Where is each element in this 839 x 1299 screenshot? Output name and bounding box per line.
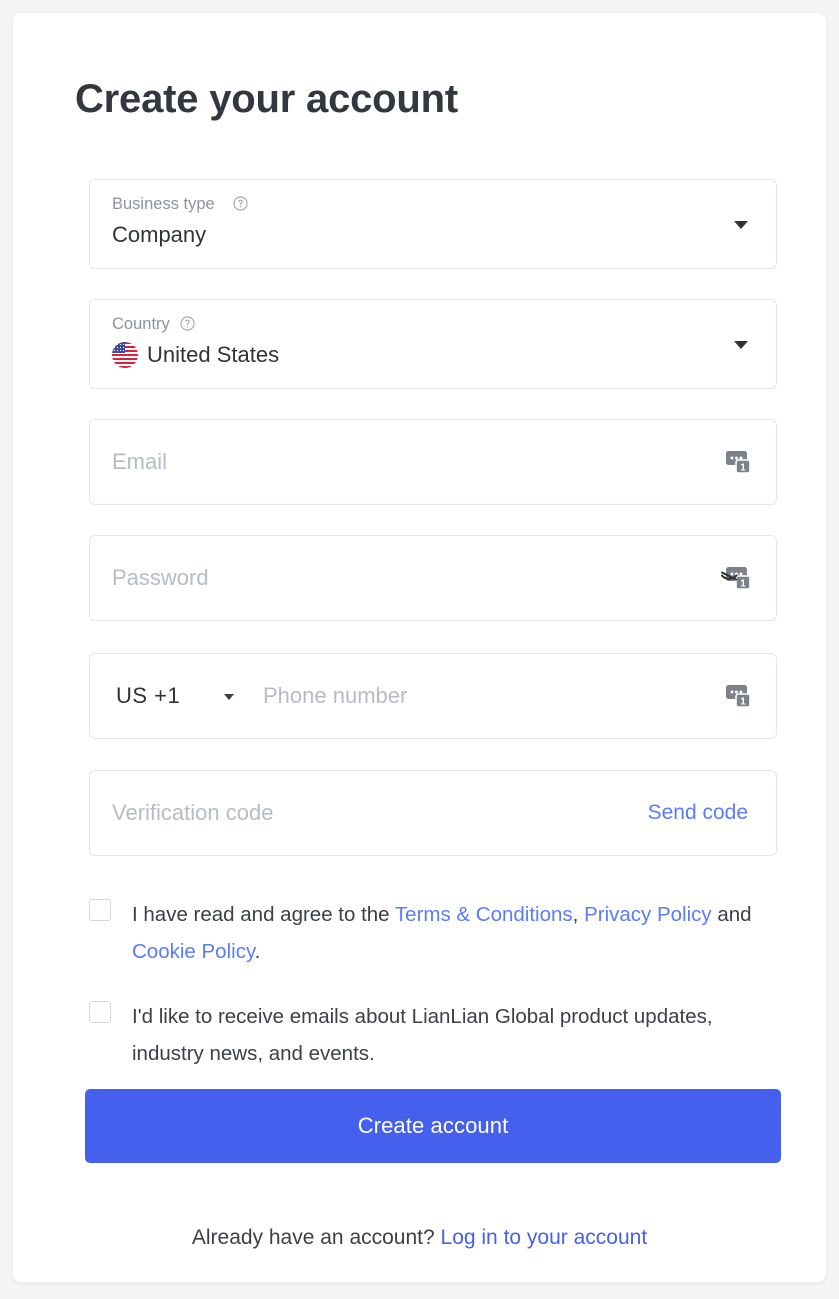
country-label-text: Country (112, 315, 170, 333)
autofill-badge-hidden-icon[interactable]: 1 (718, 558, 758, 598)
password-placeholder: Password (112, 565, 209, 590)
terms-prefix: I have read and agree to the (132, 903, 395, 926)
signup-card: Create your account Business type Compan… (12, 12, 827, 1283)
marketing-checkbox[interactable] (89, 1001, 111, 1023)
login-link[interactable]: Log in to your account (441, 1226, 648, 1249)
chevron-down-icon[interactable] (734, 221, 748, 229)
terms-conjunction: and (711, 903, 752, 926)
privacy-policy-link[interactable]: Privacy Policy (584, 903, 712, 926)
cookie-policy-link[interactable]: Cookie Policy (132, 940, 255, 963)
question-circle-icon[interactable] (180, 316, 195, 331)
country-label: Country (112, 315, 195, 334)
country-value-wrapper: United States (112, 342, 279, 368)
country-value: United States (147, 342, 280, 367)
autofill-badge-icon[interactable]: 1 (718, 442, 758, 482)
phone-country-code[interactable]: US +1 (116, 683, 180, 709)
verification-code-placeholder: Verification code (112, 800, 274, 825)
phone-field[interactable]: US +1 Phone number 1 (89, 653, 777, 739)
email-placeholder: Email (112, 449, 168, 474)
password-field[interactable]: Password 1 (89, 535, 777, 621)
terms-comma: , (572, 903, 585, 926)
chevron-down-icon[interactable] (734, 341, 748, 349)
country-select[interactable]: Country United States (89, 299, 777, 389)
login-footer: Already have an account? Log in to your … (13, 1226, 826, 1250)
terms-suffix: . (254, 940, 261, 963)
business-type-label: Business type (112, 195, 248, 214)
page-title: Create your account (75, 77, 458, 121)
business-type-value: Company (112, 222, 207, 247)
send-code-button[interactable]: Send code (648, 801, 748, 825)
chevron-down-icon[interactable] (224, 694, 234, 700)
signup-page: Create your account Business type Compan… (0, 0, 839, 1299)
terms-checkbox[interactable] (89, 899, 111, 921)
us-flag-icon (112, 342, 138, 368)
login-footer-text: Already have an account? (191, 1226, 441, 1249)
svg-text:1: 1 (740, 579, 746, 590)
create-account-button[interactable]: Create account (85, 1089, 781, 1163)
verification-code-field[interactable]: Verification code Send code (89, 770, 777, 856)
question-circle-icon[interactable] (233, 196, 248, 211)
svg-text:1: 1 (740, 697, 746, 708)
email-field[interactable]: Email 1 (89, 419, 777, 505)
marketing-consent-text: I'd like to receive emails about LianLia… (132, 1005, 713, 1065)
business-type-select[interactable]: Business type Company (89, 179, 777, 269)
business-type-label-text: Business type (112, 195, 215, 213)
autofill-badge-icon[interactable]: 1 (718, 676, 758, 716)
terms-conditions-link[interactable]: Terms & Conditions (395, 903, 573, 926)
svg-text:1: 1 (740, 463, 746, 474)
terms-consent-text: I have read and agree to the Terms & Con… (132, 896, 787, 970)
phone-placeholder: Phone number (263, 683, 408, 708)
